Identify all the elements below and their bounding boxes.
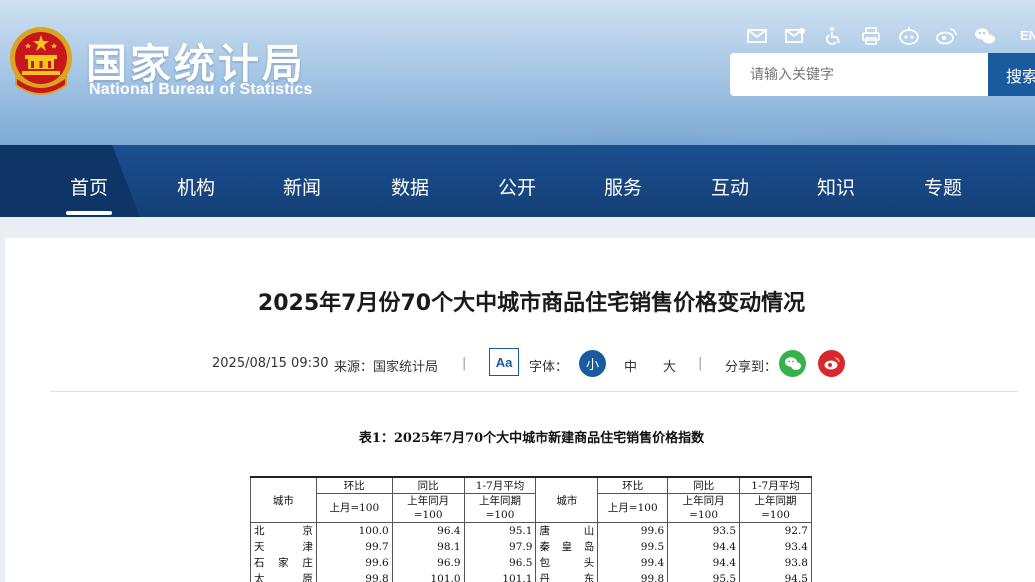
city-cell: 秦皇岛 [535, 539, 599, 555]
yoy-cell: 96.9 [391, 555, 465, 571]
font-small-option[interactable]: 小 [579, 350, 606, 377]
col-header-yoy-2: 同比 [667, 476, 741, 494]
article-source: 来源：国家统计局 [334, 360, 439, 375]
nav-item-home[interactable]: 首页 [59, 173, 119, 200]
city-cell: 包头 [535, 555, 599, 571]
col-subheader-avg: 上年同期 =100 [463, 493, 537, 523]
avg-cell: 93.8 [739, 555, 812, 571]
avg-cell: 96.5 [463, 555, 537, 571]
col-header-mom-2: 环比 [597, 476, 669, 494]
meta-divider [50, 391, 1018, 392]
col-header-avg-2: 1-7月平均 [739, 476, 812, 494]
mail-icon[interactable] [744, 24, 770, 48]
nav-items: 首页 机构 新闻 数据 公开 服务 互动 知识 专题 [0, 145, 1035, 217]
city-cell: 丹东 [535, 571, 599, 582]
font-medium-option[interactable]: 中 [624, 356, 637, 375]
col-subheader-yoy: 上年同月 =100 [391, 493, 465, 523]
mom-cell: 99.4 [597, 555, 669, 571]
font-large-option[interactable]: 大 [663, 356, 676, 375]
search-button[interactable]: 搜索 [988, 53, 1035, 96]
yoy-cell: 94.4 [667, 555, 741, 571]
yoy-cell: 96.4 [391, 522, 465, 539]
table-row: 天津 99.7 98.1 97.9 秦皇岛 99.5 94.4 93.4 [250, 539, 812, 555]
font-size-label: 字体： [529, 360, 569, 375]
national-emblem-icon [10, 27, 72, 95]
wechat-icon[interactable] [972, 24, 998, 48]
table-row: 北京 100.0 96.4 95.1 唐山 99.6 93.5 92.7 [250, 522, 812, 539]
font-toggle-button[interactable]: Aa [489, 348, 519, 376]
table-row: 太原 99.8 101.0 101.1 丹东 99.8 95.5 94.5 [250, 571, 812, 582]
col-header-yoy: 同比 [391, 476, 465, 494]
yoy-cell: 98.1 [391, 539, 465, 555]
yoy-cell: 93.5 [667, 522, 741, 539]
avg-cell: 94.5 [739, 571, 812, 582]
col-subheader-mom-2: 上月=100 [597, 493, 669, 523]
yoy-cell: 94.4 [667, 539, 741, 555]
article-title: 2025年7月份70个大中城市商品住宅销售价格变动情况 [257, 291, 806, 316]
city-cell: 石家庄 [250, 555, 317, 571]
mail-settings-icon[interactable] [782, 24, 808, 48]
mom-cell: 99.8 [315, 571, 393, 582]
price-index-table: 城市 环比 同比 1-7月平均 城市 环比 同比 1-7月平均 上月=100 上… [250, 476, 812, 582]
nav-item-knowledge[interactable]: 知识 [806, 173, 866, 200]
nav-item-services[interactable]: 服务 [593, 173, 653, 200]
nav-item-organization[interactable]: 机构 [166, 173, 226, 200]
print-icon[interactable] [858, 24, 884, 48]
city-cell: 太原 [250, 571, 317, 582]
avg-cell: 101.1 [463, 571, 537, 582]
yoy-cell: 101.0 [391, 571, 465, 582]
publish-date: 2025/08/15 09:30 [212, 356, 329, 371]
meta-separator-2: | [698, 356, 703, 371]
mom-cell: 99.8 [597, 571, 669, 582]
city-cell: 天津 [250, 539, 317, 555]
yoy-cell: 95.5 [667, 571, 741, 582]
avg-cell: 95.1 [463, 522, 537, 539]
table-row: 石家庄 99.6 96.9 96.5 包头 99.4 94.4 93.8 [250, 555, 812, 571]
search-input[interactable] [730, 53, 990, 96]
nav-item-topics[interactable]: 专题 [913, 173, 973, 200]
table-caption: 表1：2025年7月70个大中城市新建商品住宅销售价格指数 [358, 431, 705, 446]
nav-item-disclosure[interactable]: 公开 [487, 173, 547, 200]
col-subheader-yoy-2: 上年同月 =100 [667, 493, 741, 523]
col-header-city: 城市 [250, 476, 317, 523]
site-title-en: National Bureau of Statistics [89, 81, 313, 98]
accessibility-icon[interactable] [820, 24, 846, 48]
nav-item-news[interactable]: 新闻 [272, 173, 332, 200]
wechat-share-icon[interactable] [779, 350, 806, 377]
nav-active-indicator [66, 211, 112, 215]
mom-cell: 99.5 [597, 539, 669, 555]
nav-item-interaction[interactable]: 互动 [700, 173, 760, 200]
col-subheader-avg-2: 上年同期 =100 [739, 493, 812, 523]
mom-cell: 99.6 [597, 522, 669, 539]
col-header-avg: 1-7月平均 [463, 476, 537, 494]
mom-cell: 99.7 [315, 539, 393, 555]
robot-icon[interactable] [896, 24, 922, 48]
language-switch-en[interactable]: EN [1020, 28, 1035, 43]
col-header-mom: 环比 [315, 476, 393, 494]
nav-item-data[interactable]: 数据 [380, 173, 440, 200]
col-header-city-2: 城市 [535, 476, 599, 523]
top-icon-bar [744, 24, 998, 48]
share-label: 分享到： [725, 360, 778, 375]
avg-cell: 92.7 [739, 522, 812, 539]
mom-cell: 99.6 [315, 555, 393, 571]
mom-cell: 100.0 [315, 522, 393, 539]
meta-separator: | [462, 356, 467, 371]
weibo-icon[interactable] [934, 24, 960, 48]
avg-cell: 93.4 [739, 539, 812, 555]
weibo-share-icon[interactable] [818, 350, 845, 377]
col-subheader-mom: 上月=100 [315, 493, 393, 523]
avg-cell: 97.9 [463, 539, 537, 555]
city-cell: 唐山 [535, 522, 599, 539]
city-cell: 北京 [250, 522, 317, 539]
